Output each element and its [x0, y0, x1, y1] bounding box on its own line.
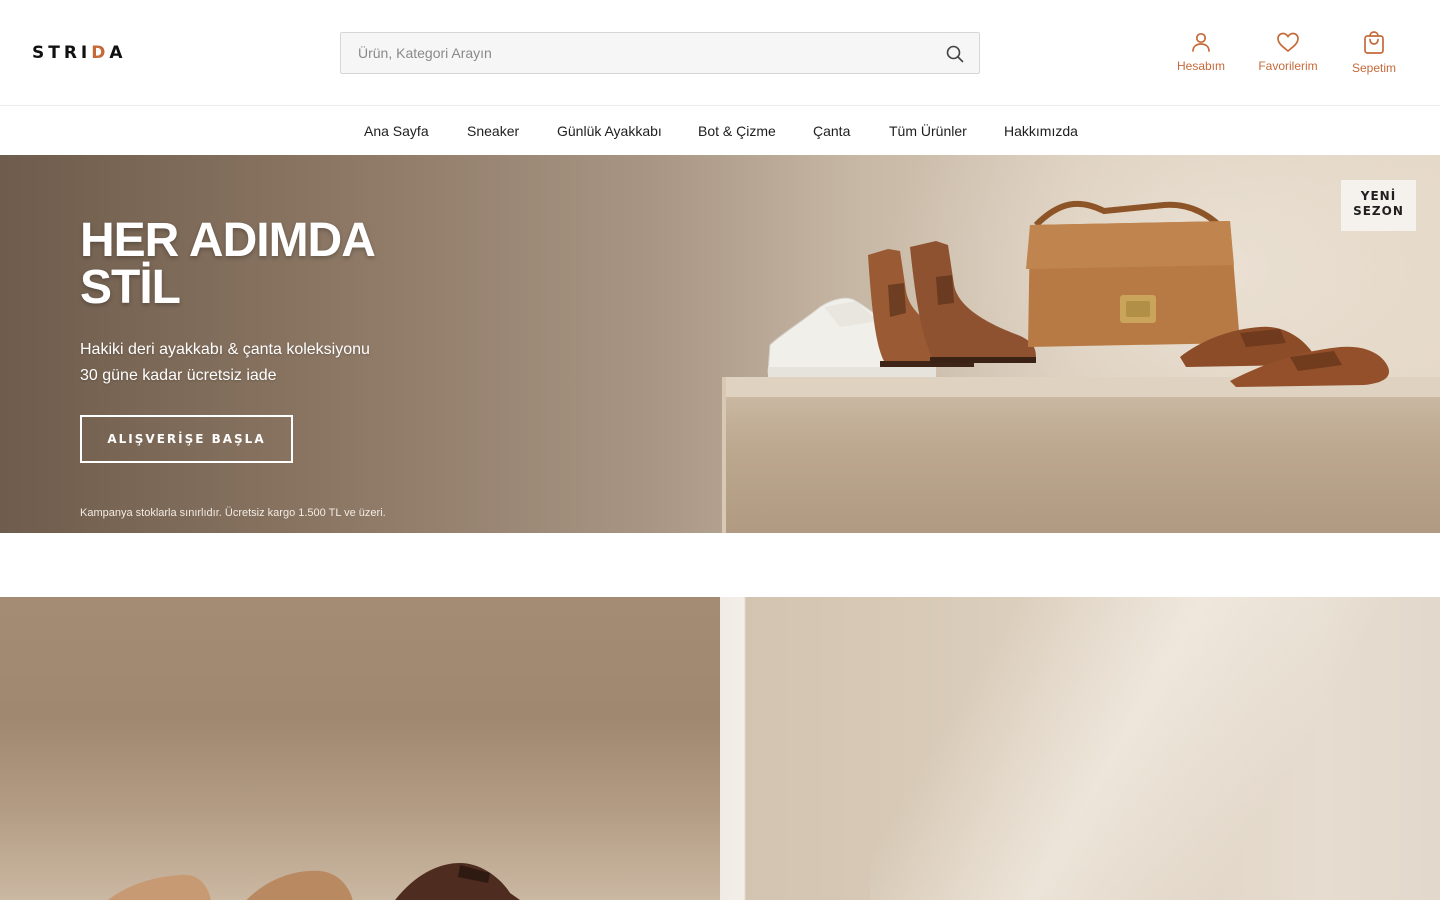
- cart-label: Sepetim: [1351, 61, 1397, 75]
- badge-line-1: YENİ: [1360, 189, 1397, 203]
- logo-text-accent: D: [91, 43, 110, 63]
- heart-icon: [1277, 32, 1299, 52]
- nav-item-bags[interactable]: Çanta: [813, 123, 850, 139]
- promo-tile-shoes[interactable]: [0, 597, 720, 900]
- hero-title-line-1: HER ADIMDA: [80, 214, 376, 267]
- search-icon[interactable]: [945, 44, 965, 64]
- hero-title: HER ADIMDA STİL: [80, 214, 376, 314]
- account-label: Hesabım: [1176, 59, 1226, 73]
- promo-shoes-image: [108, 863, 520, 900]
- main-nav: Ana Sayfa Sneaker Günlük Ayakkabı Bot & …: [0, 107, 1440, 155]
- shopping-bag-icon: [1364, 31, 1384, 54]
- hero-subtitle-line-1: Hakiki deri ayakkabı & çanta koleksiyonu: [80, 341, 370, 358]
- brand-logo[interactable]: STRIDA: [32, 43, 127, 63]
- hero-products-image: [767, 200, 1389, 387]
- new-season-badge: YENİ SEZON: [1341, 180, 1416, 231]
- logo-text-suffix: A: [109, 43, 127, 63]
- nav-item-casual-shoes[interactable]: Günlük Ayakkabı: [557, 123, 662, 139]
- nav-item-sneaker[interactable]: Sneaker: [467, 123, 519, 139]
- hero-pedestal: [722, 393, 1440, 533]
- nav-item-all-products[interactable]: Tüm Ürünler: [889, 123, 967, 139]
- cart-link[interactable]: Sepetim: [1346, 30, 1402, 75]
- site-header: STRIDA Hesabım Favorilerim Sepetim: [0, 0, 1440, 106]
- favorites-link[interactable]: Favorilerim: [1254, 30, 1322, 73]
- logo-text-prefix: STRI: [32, 43, 92, 63]
- promo-tile-bags[interactable]: [720, 597, 1440, 900]
- hero-pedestal-edge: [722, 377, 726, 533]
- nav-item-home[interactable]: Ana Sayfa: [364, 123, 429, 139]
- badge-line-2: SEZON: [1353, 204, 1404, 218]
- search-bar: [340, 32, 980, 74]
- nav-item-boots[interactable]: Bot & Çizme: [698, 123, 776, 139]
- hero-banner: HER ADIMDA STİL Hakiki deri ayakkabı & ç…: [0, 155, 1440, 533]
- user-icon: [1192, 32, 1210, 52]
- account-link[interactable]: Hesabım: [1172, 30, 1230, 73]
- hero-subtitle: Hakiki deri ayakkabı & çanta koleksiyonu…: [80, 337, 370, 389]
- favorites-label: Favorilerim: [1258, 59, 1318, 73]
- campaign-note: Kampanya stoklarla sınırlıdır. Ücretsiz …: [80, 507, 386, 519]
- promo-tile-light: [870, 597, 1440, 900]
- start-shopping-button[interactable]: ALIŞVERİŞE BAŞLA: [80, 415, 293, 463]
- search-input[interactable]: [341, 33, 931, 73]
- hero-subtitle-line-2: 30 güne kadar ücretsiz iade: [80, 367, 277, 384]
- nav-item-about[interactable]: Hakkımızda: [1004, 123, 1078, 139]
- hero-title-line-2: STİL: [80, 261, 181, 314]
